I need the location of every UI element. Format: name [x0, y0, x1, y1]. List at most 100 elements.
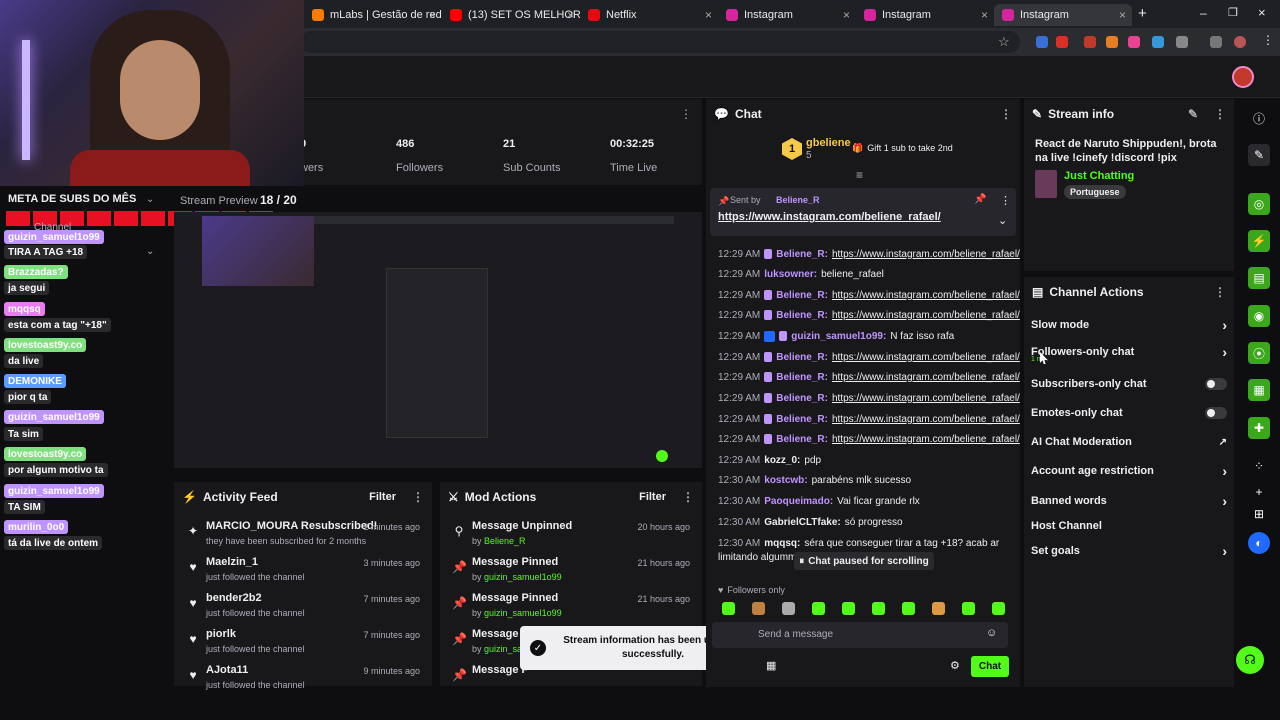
chat-paused-button[interactable]: ⏸ Chat paused for scrolling	[794, 552, 934, 570]
action-host-channel[interactable]: Host Channel	[1031, 516, 1227, 536]
emote-icon[interactable]	[932, 602, 945, 615]
more-icon[interactable]: ⋮	[1214, 107, 1226, 121]
chat-user[interactable]: kozz_0:	[764, 455, 800, 466]
mod-user[interactable]: guizin_samuel1o99	[484, 608, 562, 618]
chevron-down-icon[interactable]: ⌄	[998, 214, 1007, 227]
browser-tab[interactable]: Netflix ×	[580, 4, 718, 26]
collapse-icon[interactable]: ≡	[856, 168, 863, 182]
browser-tab[interactable]: (13) SET OS MELHORES M×	[442, 4, 580, 26]
chat-link[interactable]: https://www.instagram.com/beliene_rafael…	[832, 414, 1020, 425]
profile-avatar-icon[interactable]	[1234, 36, 1246, 48]
chat-user[interactable]: kostcwb:	[764, 475, 807, 486]
mod-user[interactable]: Beliene_R	[484, 536, 526, 546]
close-tab-icon[interactable]: ×	[981, 8, 988, 22]
gift-callout[interactable]: 🎁 Gift 1 sub to take 2nd	[852, 143, 953, 154]
chat-user[interactable]: Beliene_R:	[776, 352, 828, 363]
pinned-link[interactable]: https://www.instagram.com/beliene_rafael…	[718, 211, 941, 223]
extension-icon[interactable]	[1056, 36, 1068, 48]
info-icon[interactable]: ⓘ	[1248, 107, 1270, 129]
extension-icon[interactable]	[1152, 36, 1164, 48]
chat-user[interactable]: mqqsq:	[764, 538, 800, 549]
close-tab-icon[interactable]: ×	[843, 8, 850, 22]
broadcast-icon[interactable]: ⦿	[1248, 342, 1270, 364]
action-slow-mode[interactable]: Slow mode ›	[1031, 315, 1227, 335]
action-banned-words[interactable]: Banned words ›	[1031, 491, 1227, 511]
mod-filter-button[interactable]: Filter	[639, 491, 666, 503]
edit-icon[interactable]: ✎	[1248, 144, 1270, 166]
browser-tab[interactable]: Instagram ×	[856, 4, 994, 26]
chat-link[interactable]: https://www.instagram.com/beliene_rafael…	[832, 249, 1020, 260]
chat-user[interactable]: GabrielCLTfake:	[764, 517, 841, 528]
emote-icon[interactable]	[752, 602, 765, 615]
browser-menu-icon[interactable]: ⋮	[1262, 33, 1274, 47]
browser-tab[interactable]: mLabs | Gestão de redes ×	[304, 4, 442, 26]
chat-link[interactable]: https://www.instagram.com/beliene_rafael…	[832, 434, 1020, 445]
action-set-goals[interactable]: Set goals ›	[1031, 541, 1227, 561]
browser-tab[interactable]: Instagram ×	[718, 4, 856, 26]
chat-user[interactable]: Beliene_R:	[776, 393, 828, 404]
gift-leader-user[interactable]: gbeliene	[806, 137, 851, 149]
emote-icon[interactable]	[962, 602, 975, 615]
stream-category[interactable]: Just Chatting	[1064, 170, 1134, 182]
extension-icon[interactable]	[1128, 36, 1140, 48]
bookmark-star-icon[interactable]: ☆	[998, 34, 1010, 50]
minimize-window-icon[interactable]: –	[1200, 6, 1207, 20]
extension-icon[interactable]	[1084, 36, 1096, 48]
emote-icon[interactable]	[722, 602, 735, 615]
action-ai-moderation[interactable]: AI Chat Moderation ↗	[1031, 432, 1227, 452]
emotes-only-toggle[interactable]	[1205, 407, 1227, 419]
apps-icon[interactable]: ⁘	[1248, 455, 1270, 477]
extensions-puzzle-icon[interactable]	[1176, 36, 1188, 48]
chat-send-button[interactable]: Chat	[971, 656, 1009, 677]
document-icon[interactable]: ▤	[1248, 267, 1270, 289]
pinned-user[interactable]: Beliene_R	[776, 195, 820, 205]
stream-preview[interactable]	[174, 212, 702, 468]
chat-user[interactable]: Beliene_R:	[776, 290, 828, 301]
action-subscribers-only[interactable]: Subscribers-only chat	[1031, 374, 1227, 394]
edit-icon[interactable]: ✎	[1188, 107, 1198, 121]
calendar-icon[interactable]: ▦	[766, 659, 776, 672]
chat-link[interactable]: https://www.instagram.com/beliene_rafael…	[832, 310, 1020, 321]
chat-user[interactable]: Beliene_R:	[776, 434, 828, 445]
close-tab-icon[interactable]: ×	[1119, 8, 1126, 22]
action-followers-only[interactable]: Followers-only chat ›	[1031, 342, 1227, 362]
browser-tab-active[interactable]: Instagram ×	[994, 4, 1132, 26]
more-icon[interactable]: ⋮	[1214, 285, 1226, 299]
chat-user[interactable]: Beliene_R:	[776, 249, 828, 260]
more-icon[interactable]: ⋮	[1000, 107, 1012, 121]
emote-icon[interactable]	[992, 602, 1005, 615]
settings-gear-icon[interactable]: ⚙	[950, 659, 960, 672]
chat-input[interactable]: Send a message ☺	[712, 622, 1008, 648]
chat-link[interactable]: https://www.instagram.com/beliene_rafael…	[832, 352, 1020, 363]
subscribers-only-toggle[interactable]	[1205, 378, 1227, 390]
mod-user[interactable]: guizin_sa	[484, 644, 522, 654]
close-tab-icon[interactable]: ×	[567, 8, 574, 22]
extension-icon[interactable]	[1106, 36, 1118, 48]
chat-user[interactable]: guizin_samuel1o99:	[791, 331, 886, 342]
chat-user[interactable]: Beliene_R:	[776, 414, 828, 425]
chat-link[interactable]: https://www.instagram.com/beliene_rafael…	[832, 290, 1020, 301]
stats-menu-icon[interactable]: ⋮	[680, 107, 692, 121]
reading-list-icon[interactable]	[1210, 36, 1222, 48]
action-account-age[interactable]: Account age restriction ›	[1031, 461, 1227, 481]
more-icon[interactable]: ⋮	[1000, 194, 1011, 207]
extension-icon[interactable]	[1036, 36, 1048, 48]
chat-user[interactable]: luksowner:	[764, 269, 817, 280]
close-tab-icon[interactable]: ×	[705, 8, 712, 22]
close-tab-icon[interactable]: ×	[429, 8, 436, 22]
more-icon[interactable]: ⋮	[682, 490, 694, 504]
clip-icon[interactable]: ◎	[1248, 193, 1270, 215]
emoji-icon[interactable]: ☺	[986, 627, 997, 639]
user-avatar[interactable]	[1232, 66, 1254, 88]
action-emotes-only[interactable]: Emotes-only chat	[1031, 403, 1227, 423]
close-window-icon[interactable]: ×	[1258, 5, 1266, 20]
mod-user[interactable]: guizin_samuel1o99	[484, 572, 562, 582]
chat-link[interactable]: https://www.instagram.com/beliene_rafael…	[832, 372, 1020, 383]
unpin-icon[interactable]: 📌	[974, 194, 986, 205]
activity-filter-button[interactable]: Filter	[369, 491, 396, 503]
address-bar[interactable]: ☆	[300, 31, 1020, 53]
more-icon[interactable]: ⋮	[412, 490, 424, 504]
restore-window-icon[interactable]: ❐	[1228, 6, 1238, 19]
emote-icon[interactable]	[842, 602, 855, 615]
chat-user[interactable]: Beliene_R:	[776, 372, 828, 383]
